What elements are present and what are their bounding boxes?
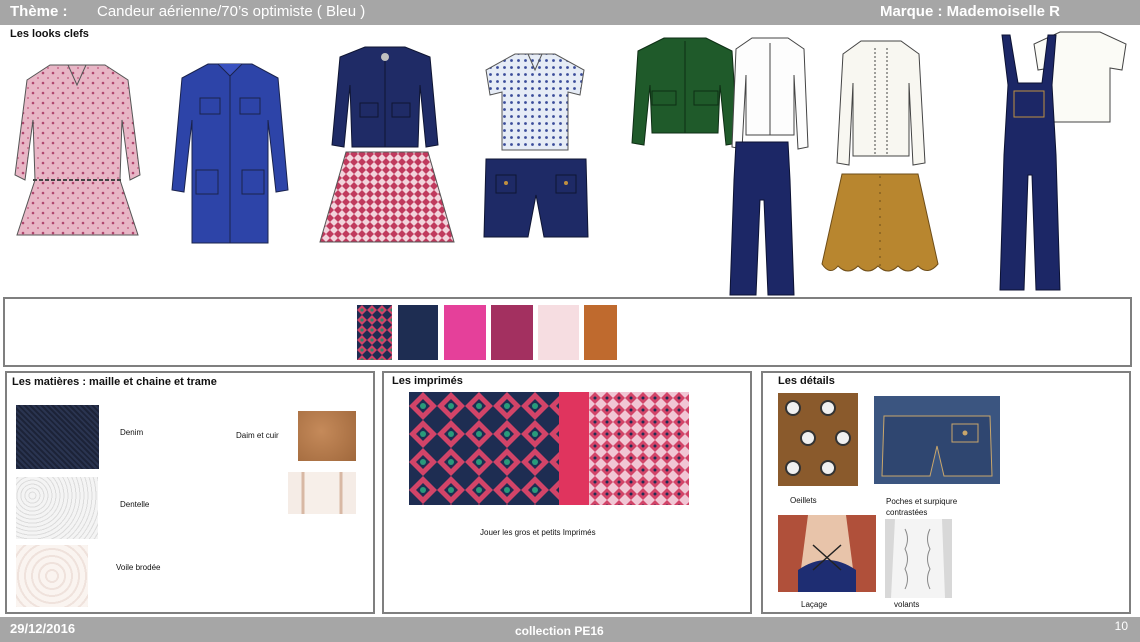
theme-value: Candeur aérienne/70’s optimiste ( Bleu ): [97, 3, 366, 20]
theme-label: Thème :: [10, 3, 68, 20]
palette-swatch-print: [357, 305, 392, 360]
material-suede-label: Daim et cuir: [236, 431, 279, 440]
print-blouse: [485, 53, 585, 151]
eyelets-detail-image: [778, 393, 858, 486]
detail-eyelets-label: Oeillets: [790, 496, 817, 505]
palette-swatch-navy: [398, 305, 438, 360]
palette-swatch-camel: [584, 305, 617, 360]
detail-lacing-label: Laçage: [801, 600, 828, 609]
palette-swatch-raspberry: [491, 305, 533, 360]
footer-page-number: 10: [1114, 619, 1128, 633]
flare-jeans: [729, 141, 795, 296]
pink-print-skirt: [319, 151, 455, 243]
material-denim-label: Denim: [120, 428, 144, 437]
green-bomber-jacket: [631, 37, 739, 146]
prints-caption: Jouer les gros et petits Imprimés: [480, 528, 596, 537]
prints-title: Les imprimés: [392, 375, 463, 387]
ruffles-detail-image: [885, 519, 952, 598]
palette-swatch-blush: [538, 305, 579, 360]
denim-swatch: [16, 405, 99, 469]
blue-shirt-dress: [171, 63, 289, 244]
footer-bar: 29/12/2016 collection PE16 10: [0, 617, 1140, 642]
looks-title: Les looks clefs: [10, 28, 89, 40]
material-voile-label: Voile brodée: [116, 563, 161, 572]
navy-shorts: [483, 158, 589, 238]
camel-suede-skirt: [821, 173, 939, 272]
white-shirt: [731, 37, 809, 150]
details-title: Les détails: [778, 375, 835, 387]
navy-jacket: [331, 46, 439, 148]
print-sample-image: [409, 392, 689, 505]
detail-ruffles-label: volants: [894, 600, 920, 609]
embroidered-voile-swatch: [16, 545, 88, 607]
detail-pockets-label: Poches et surpiqure contrastées: [886, 497, 958, 517]
suede-swatch: [298, 411, 356, 461]
header-bar: Thème : Candeur aérienne/70’s optimiste …: [0, 0, 1140, 25]
materials-title: Les matières : maille et chaine et trame: [12, 376, 217, 388]
leather-trim-swatch: [288, 472, 356, 514]
lacing-detail-image: [778, 515, 876, 592]
navy-overalls: [999, 34, 1061, 291]
footer-date: 29/12/2016: [10, 621, 76, 636]
palette-swatch-fuchsia: [444, 305, 486, 360]
pink-print-dress: [14, 64, 141, 236]
lace-swatch: [16, 477, 98, 539]
footer-collection: collection PE16: [515, 624, 604, 638]
material-lace-label: Dentelle: [120, 500, 150, 509]
ruffle-blouse: [836, 40, 926, 166]
pockets-detail-image: [874, 396, 1000, 484]
brand-label: Marque : Mademoiselle R: [879, 3, 1060, 20]
